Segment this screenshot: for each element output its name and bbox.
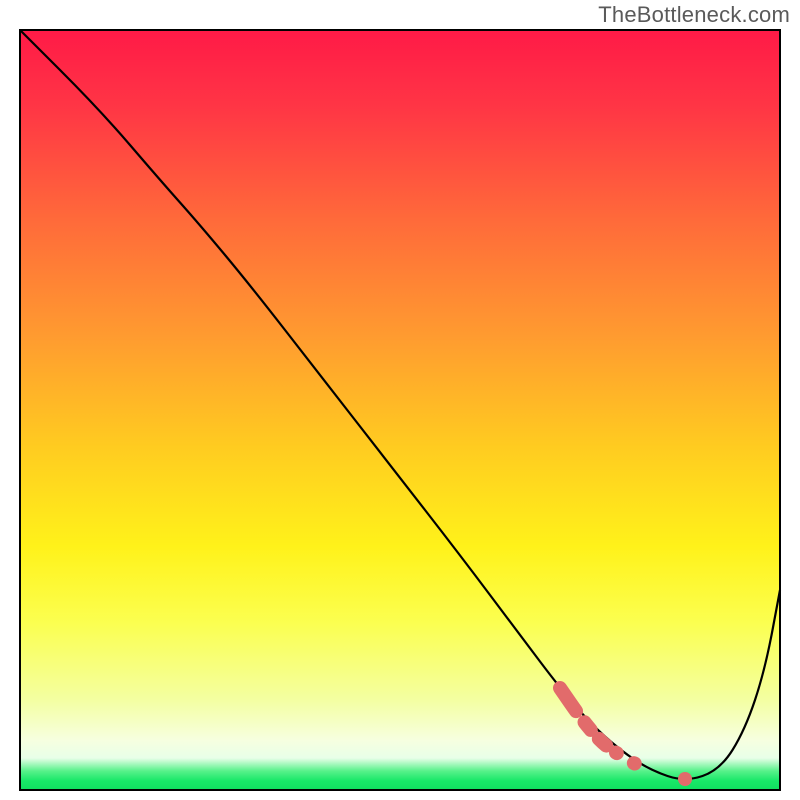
chart-container: TheBottleneck.com	[0, 0, 800, 800]
highlight-dot	[678, 772, 692, 786]
chart-svg	[0, 0, 800, 800]
watermark-text: TheBottleneck.com	[598, 2, 790, 28]
plot-area	[20, 30, 780, 790]
